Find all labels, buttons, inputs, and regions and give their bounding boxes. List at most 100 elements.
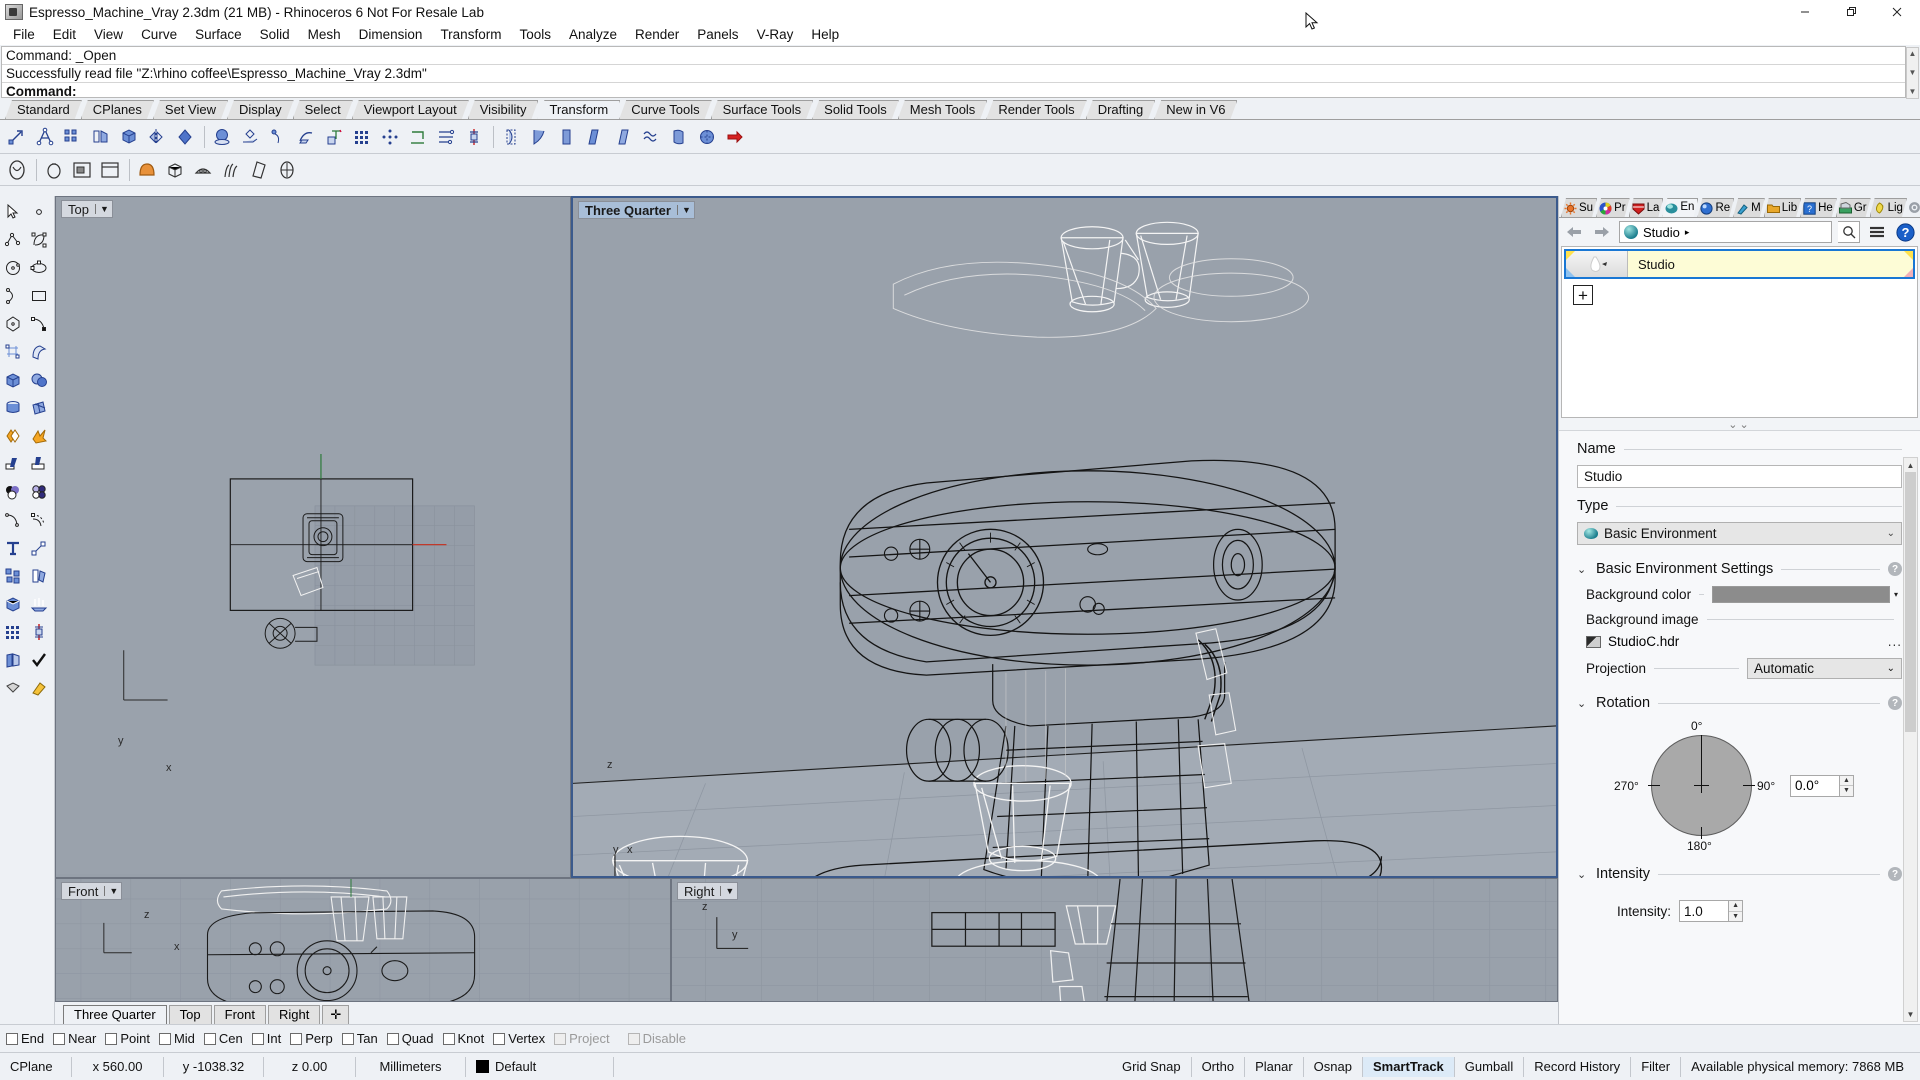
- properties-scroll-thumb[interactable]: [1905, 472, 1916, 732]
- shear-icon[interactable]: [172, 124, 198, 150]
- breadcrumb-bar[interactable]: Studio ▸: [1619, 221, 1832, 243]
- osnap-knot-checkbox[interactable]: [442, 1032, 455, 1045]
- properties-scrollbar[interactable]: ▲ ▼: [1903, 457, 1918, 1022]
- rotation-help-icon[interactable]: ?: [1888, 696, 1902, 710]
- panel-tab-materials[interactable]: M: [1733, 198, 1765, 217]
- rotate3d-icon[interactable]: [116, 124, 142, 150]
- menu-transform[interactable]: Transform: [431, 25, 510, 44]
- panel-tab-environments[interactable]: En: [1662, 198, 1698, 217]
- shear-3-icon[interactable]: [610, 124, 636, 150]
- panel-tab-libraries[interactable]: Lib: [1764, 198, 1801, 217]
- scroll-expand-arrow[interactable]: ▼: [1907, 86, 1918, 98]
- text-icon[interactable]: [0, 534, 26, 562]
- split-icon[interactable]: [26, 450, 52, 478]
- status-toggle-record-history[interactable]: Record History: [1524, 1056, 1632, 1077]
- intensity-spinner-down[interactable]: ▼: [1729, 912, 1742, 922]
- set-points-icon[interactable]: [321, 124, 347, 150]
- group-icon[interactable]: [0, 562, 26, 590]
- offset-curve-icon[interactable]: [26, 506, 52, 534]
- background-color-swatch[interactable]: [1712, 586, 1890, 603]
- osnap-point-checkbox[interactable]: [105, 1032, 118, 1045]
- toolbar-tab-mesh-tools[interactable]: Mesh Tools: [898, 100, 988, 119]
- rotation-spinner[interactable]: ▲ ▼: [1840, 774, 1854, 797]
- command-history-pane[interactable]: Command: _Open Successfully read file "Z…: [1, 46, 1919, 99]
- rotation-spinner-up[interactable]: ▲: [1840, 776, 1853, 786]
- array-icon[interactable]: [60, 124, 86, 150]
- panel-splitter-handle[interactable]: ⌄⌄: [1559, 418, 1920, 431]
- projection-select[interactable]: Automatic ⌄: [1747, 658, 1902, 679]
- remap-cplane-icon[interactable]: [265, 124, 291, 150]
- menu-tools[interactable]: Tools: [510, 25, 560, 44]
- orient-perpendicular-icon[interactable]: [237, 124, 263, 150]
- dimension-icon[interactable]: [26, 534, 52, 562]
- breadcrumb-arrow-icon[interactable]: ▸: [1685, 227, 1690, 238]
- viewport-tab-front[interactable]: Front: [213, 1005, 266, 1024]
- osnap-int[interactable]: Int: [251, 1031, 281, 1046]
- align-icon[interactable]: [433, 124, 459, 150]
- environment-type-select[interactable]: Basic Environment ⌄: [1577, 522, 1902, 545]
- osnap-end-checkbox[interactable]: [6, 1032, 18, 1045]
- panel-tab-help[interactable]: ? He: [1800, 198, 1837, 217]
- panel-tab-sun[interactable]: Su: [1561, 198, 1597, 217]
- sphere-icon[interactable]: [26, 366, 52, 394]
- toolbar-tab-set-view[interactable]: Set View: [153, 100, 228, 119]
- menu-view[interactable]: View: [85, 25, 132, 44]
- menu-curve[interactable]: Curve: [132, 25, 186, 44]
- rotation-value-stepper[interactable]: 0.0° ▲ ▼: [1790, 774, 1854, 797]
- explode-icon[interactable]: [26, 422, 52, 450]
- vray-decal-icon[interactable]: [274, 157, 300, 183]
- osnap-cen-checkbox[interactable]: [203, 1032, 216, 1045]
- toolbar-tab-select[interactable]: Select: [293, 100, 353, 119]
- osnap-cen[interactable]: Cen: [203, 1031, 243, 1046]
- viewport-front[interactable]: z x Front ▼: [55, 878, 671, 1002]
- viewport-right-dropdown-arrow[interactable]: ▼: [720, 886, 734, 896]
- toolbar-tab-drafting[interactable]: Drafting: [1086, 100, 1156, 119]
- status-units[interactable]: Millimeters: [356, 1056, 466, 1077]
- rotation-collapse-chevron-icon[interactable]: ⌄: [1577, 697, 1588, 710]
- toolbar-tab-solid-tools[interactable]: Solid Tools: [812, 100, 899, 119]
- close-button[interactable]: [1874, 0, 1920, 24]
- menu-edit[interactable]: Edit: [44, 25, 85, 44]
- render-mesh-icon[interactable]: [0, 674, 26, 702]
- status-toggle-ortho[interactable]: Ortho: [1192, 1056, 1246, 1077]
- viewport-label-right[interactable]: Right ▼: [677, 882, 739, 900]
- maelstrom-icon[interactable]: [694, 124, 720, 150]
- viewport-tab-add-button[interactable]: ✛: [322, 1005, 350, 1024]
- osnap-quad-checkbox[interactable]: [386, 1032, 399, 1045]
- osnap-perp[interactable]: Perp: [290, 1031, 333, 1046]
- free-form-curve-icon[interactable]: [26, 310, 52, 338]
- toolbar-tab-display[interactable]: Display: [227, 100, 294, 119]
- panel-tab-lights[interactable]: Lig: [1870, 198, 1907, 217]
- viewport-tab-top[interactable]: Top: [168, 1005, 212, 1024]
- viewport-top-dropdown-arrow[interactable]: ▼: [94, 204, 109, 214]
- intensity-stepper[interactable]: 1.0 ▲ ▼: [1679, 900, 1744, 922]
- viewport-three-quarter-dropdown-arrow[interactable]: ▼: [676, 205, 691, 215]
- smooth-icon[interactable]: [638, 124, 664, 150]
- osnap-disable[interactable]: Disable: [627, 1031, 686, 1046]
- status-toggle-smarttrack[interactable]: SmartTrack: [1362, 1056, 1455, 1077]
- basic-settings-collapse-chevron-icon[interactable]: ⌄: [1577, 563, 1588, 576]
- panel-tab-rendering[interactable]: Re: [1697, 198, 1734, 217]
- properties-scroll-down-arrow[interactable]: ▼: [1904, 1007, 1917, 1021]
- osnap-project-checkbox[interactable]: [554, 1032, 567, 1045]
- command-pane-scrollbar[interactable]: ▲ ▼ ▼: [1906, 47, 1919, 99]
- osnap-end[interactable]: End: [6, 1031, 44, 1046]
- paint-icon[interactable]: [26, 674, 52, 702]
- menu-render[interactable]: Render: [626, 25, 688, 44]
- intensity-spinner-up[interactable]: ▲: [1729, 901, 1743, 912]
- rotate-axis-icon[interactable]: [26, 618, 52, 646]
- viewport-label-front[interactable]: Front ▼: [61, 882, 123, 900]
- rectangle-icon[interactable]: [26, 282, 52, 310]
- panel-tab-properties[interactable]: Pr: [1596, 198, 1630, 217]
- twist-icon[interactable]: [461, 124, 487, 150]
- toolbar-tab-new-in-v6[interactable]: New in V6: [1154, 100, 1237, 119]
- panel-tab-options-gear[interactable]: [1906, 198, 1920, 217]
- toolbar-tab-visibility[interactable]: Visibility: [468, 100, 539, 119]
- minimize-button[interactable]: [1782, 0, 1828, 24]
- toolbar-tab-curve-tools[interactable]: Curve Tools: [619, 100, 711, 119]
- taper-icon[interactable]: [526, 124, 552, 150]
- ellipse-icon[interactable]: [26, 254, 52, 282]
- bend-icon[interactable]: [498, 124, 524, 150]
- rotation-value-input[interactable]: 0.0°: [1790, 774, 1840, 797]
- osnap-near-checkbox[interactable]: [53, 1032, 66, 1045]
